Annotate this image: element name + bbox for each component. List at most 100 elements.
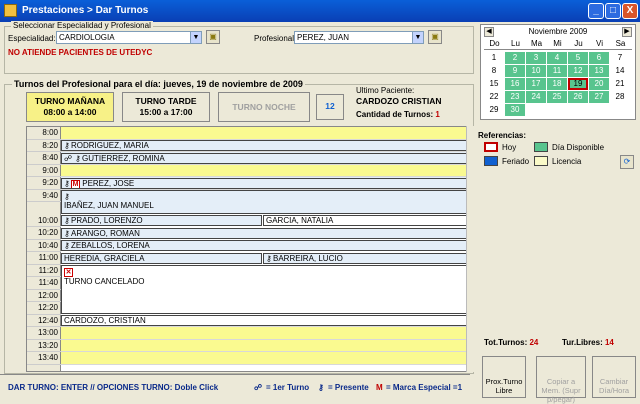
ref-label-today: Hoy <box>502 143 517 152</box>
appointment[interactable]: ☍ ⚷GUTIERREZ, ROMINA <box>61 152 467 164</box>
calendar-day[interactable]: 16 <box>505 78 525 90</box>
close-button[interactable]: X <box>622 3 638 19</box>
cancelled-icon: ✕ <box>64 268 73 277</box>
calendar-day[interactable]: 27 <box>589 91 609 103</box>
next-free-turn-label: Prox.Turno Libre <box>485 377 523 395</box>
calendar-day[interactable]: 7 <box>610 52 630 64</box>
ref-swatch-leave <box>534 156 548 166</box>
calendar-day[interactable]: 18 <box>547 78 567 90</box>
empty-slot[interactable] <box>61 164 467 177</box>
appointment[interactable]: GARCIA, NATALIA <box>263 215 467 226</box>
next-month-button[interactable]: ▶ <box>622 27 632 37</box>
key-icon: ⚷ <box>64 192 70 201</box>
window: Prestaciones > Dar Turnos _ □ X Seleccio… <box>0 0 640 404</box>
appointment[interactable]: ⚷RODRIGUEZ, MARIA <box>61 140 467 151</box>
calendar-day[interactable]: 30 <box>505 104 525 116</box>
next-free-turn-button[interactable]: Prox.Turno Libre <box>482 356 526 398</box>
calendar-day[interactable]: 17 <box>526 78 546 90</box>
calendar-button[interactable]: 12 <box>316 94 344 120</box>
especialidad-label: Especialidad: <box>8 34 56 43</box>
calendar-day[interactable]: 6 <box>589 52 609 64</box>
key-icon: ⚷ <box>64 141 70 150</box>
appointment[interactable]: ⚷ M PEREZ, JOSE <box>61 177 467 189</box>
calendar-day[interactable]: 3 <box>526 52 546 64</box>
calendar-day[interactable]: 21 <box>610 78 630 90</box>
appointment[interactable]: HEREDIA, GRACIELA <box>61 252 262 264</box>
free-turns-label: Tur.Libres: <box>562 338 603 347</box>
schedule-grid: 8:00 8:20 8:40 9:00 9:20 9:40 10:00 10:2… <box>26 126 474 372</box>
key-icon: ⚷ <box>266 253 272 263</box>
key-icon: ⚷ <box>64 216 70 225</box>
calendar-day[interactable]: 5 <box>568 52 588 64</box>
chevron-down-icon: ▼ <box>190 32 201 43</box>
last-patient-name: CARDOZO CRISTIAN <box>356 96 442 106</box>
ref-swatch-holiday <box>484 156 498 166</box>
calendar-day[interactable]: 26 <box>568 91 588 103</box>
time-slot-label: 13:00 <box>27 327 61 340</box>
copy-memory-button[interactable]: Copiar a Mem. (Supr p/pegar) <box>536 356 586 404</box>
calendar-day[interactable]: 25 <box>547 91 567 103</box>
shift-night-button[interactable]: TURNO NOCHE <box>218 92 310 122</box>
shift-afternoon-button[interactable]: TURNO TARDE 15:00 a 17:00 <box>122 92 210 122</box>
calendar-day[interactable]: 8 <box>484 65 504 77</box>
cancelled-appointment[interactable]: ✕ TURNO CANCELADO <box>61 265 467 314</box>
appointment[interactable]: CARDOZO, CRISTIAN <box>61 315 467 326</box>
time-slot-label: 11:20 <box>27 265 61 277</box>
appointment[interactable]: ⚷ARANGO, ROMAN <box>61 227 467 239</box>
warning-text: NO ATIENDE PACIENTES DE UTEDYC <box>8 48 153 57</box>
appointment[interactable]: ⚷PRADO, LORENZO <box>61 215 262 226</box>
special-mark-icon: M <box>71 179 80 188</box>
patient-name: ARANGO, ROMAN <box>71 228 140 238</box>
calendar-day[interactable]: 9 <box>505 65 525 77</box>
last-patient-label: Ultimo Paciente: <box>356 86 415 95</box>
calendar-day[interactable]: 2 <box>505 52 525 64</box>
time-slot-label: 13:40 <box>27 352 61 365</box>
maximize-button[interactable]: □ <box>605 3 621 19</box>
appointment[interactable]: ⚷BARREIRA, LUCIO <box>263 252 467 264</box>
calendar-day[interactable]: 14 <box>610 65 630 77</box>
weekday-label: Ju <box>574 39 583 48</box>
title-bar: Prestaciones > Dar Turnos _ □ X <box>0 0 640 22</box>
refresh-icon[interactable]: ⟳ <box>620 155 634 169</box>
patient-name: BARREIRA, LUCIO <box>273 253 343 263</box>
time-slot-label: 9:40 <box>27 190 61 202</box>
change-datetime-label: Cambiar Día/Hora <box>598 377 629 395</box>
appointment[interactable]: ⚷ZEBALLOS, LORENA <box>61 240 467 251</box>
calendar-day[interactable]: 12 <box>568 65 588 77</box>
calendar-day[interactable]: 28 <box>610 91 630 103</box>
calendar-day[interactable]: 15 <box>484 78 504 90</box>
calendar-day[interactable]: 24 <box>526 91 546 103</box>
empty-slot[interactable] <box>61 352 467 365</box>
total-turns-value: 24 <box>529 338 539 347</box>
change-datetime-button[interactable]: Cambiar Día/Hora <box>592 356 636 398</box>
empty-slot[interactable] <box>61 327 467 340</box>
grid-scrollbar[interactable] <box>466 126 474 372</box>
calendar-day[interactable]: 10 <box>526 65 546 77</box>
empty-slot[interactable] <box>61 339 467 352</box>
key-icon: ⚷ <box>64 228 70 238</box>
calendar-icon: 12 <box>325 101 335 111</box>
profesional-label: Profesional: <box>254 34 297 43</box>
patient-name: RODRIGUEZ, MARIA <box>71 141 149 150</box>
folder-icon[interactable]: ▣ <box>206 30 220 44</box>
shift-name: TURNO TARDE <box>135 96 197 106</box>
especialidad-select[interactable]: CARDIOLOGIA ▼ <box>56 31 202 44</box>
free-turns-value: 14 <box>604 338 614 347</box>
calendar-day[interactable]: 29 <box>484 104 504 116</box>
profesional-select[interactable]: PEREZ, JUAN ▼ <box>294 31 424 44</box>
empty-slot[interactable] <box>61 127 467 140</box>
calendar-day[interactable]: 13 <box>589 65 609 77</box>
appointment[interactable]: ⚷ IBAÑEZ, JUAN MANUEL <box>61 190 467 214</box>
folder-icon[interactable]: ▣ <box>428 30 442 44</box>
calendar-day[interactable]: 11 <box>547 65 567 77</box>
calendar-day-today[interactable]: 19 <box>568 78 588 90</box>
calendar-day[interactable]: 23 <box>505 91 525 103</box>
calendar-day[interactable]: 22 <box>484 91 504 103</box>
minimize-button[interactable]: _ <box>588 3 604 19</box>
weekday-label: Ma <box>530 39 543 48</box>
calendar-day[interactable]: 1 <box>484 52 504 64</box>
shift-morning-button[interactable]: TURNO MAÑANA 08:00 a 14:00 <box>26 92 114 122</box>
calendar-day[interactable]: 4 <box>547 52 567 64</box>
calendar-day[interactable]: 20 <box>589 78 609 90</box>
time-slot-label: 10:00 <box>27 215 61 227</box>
